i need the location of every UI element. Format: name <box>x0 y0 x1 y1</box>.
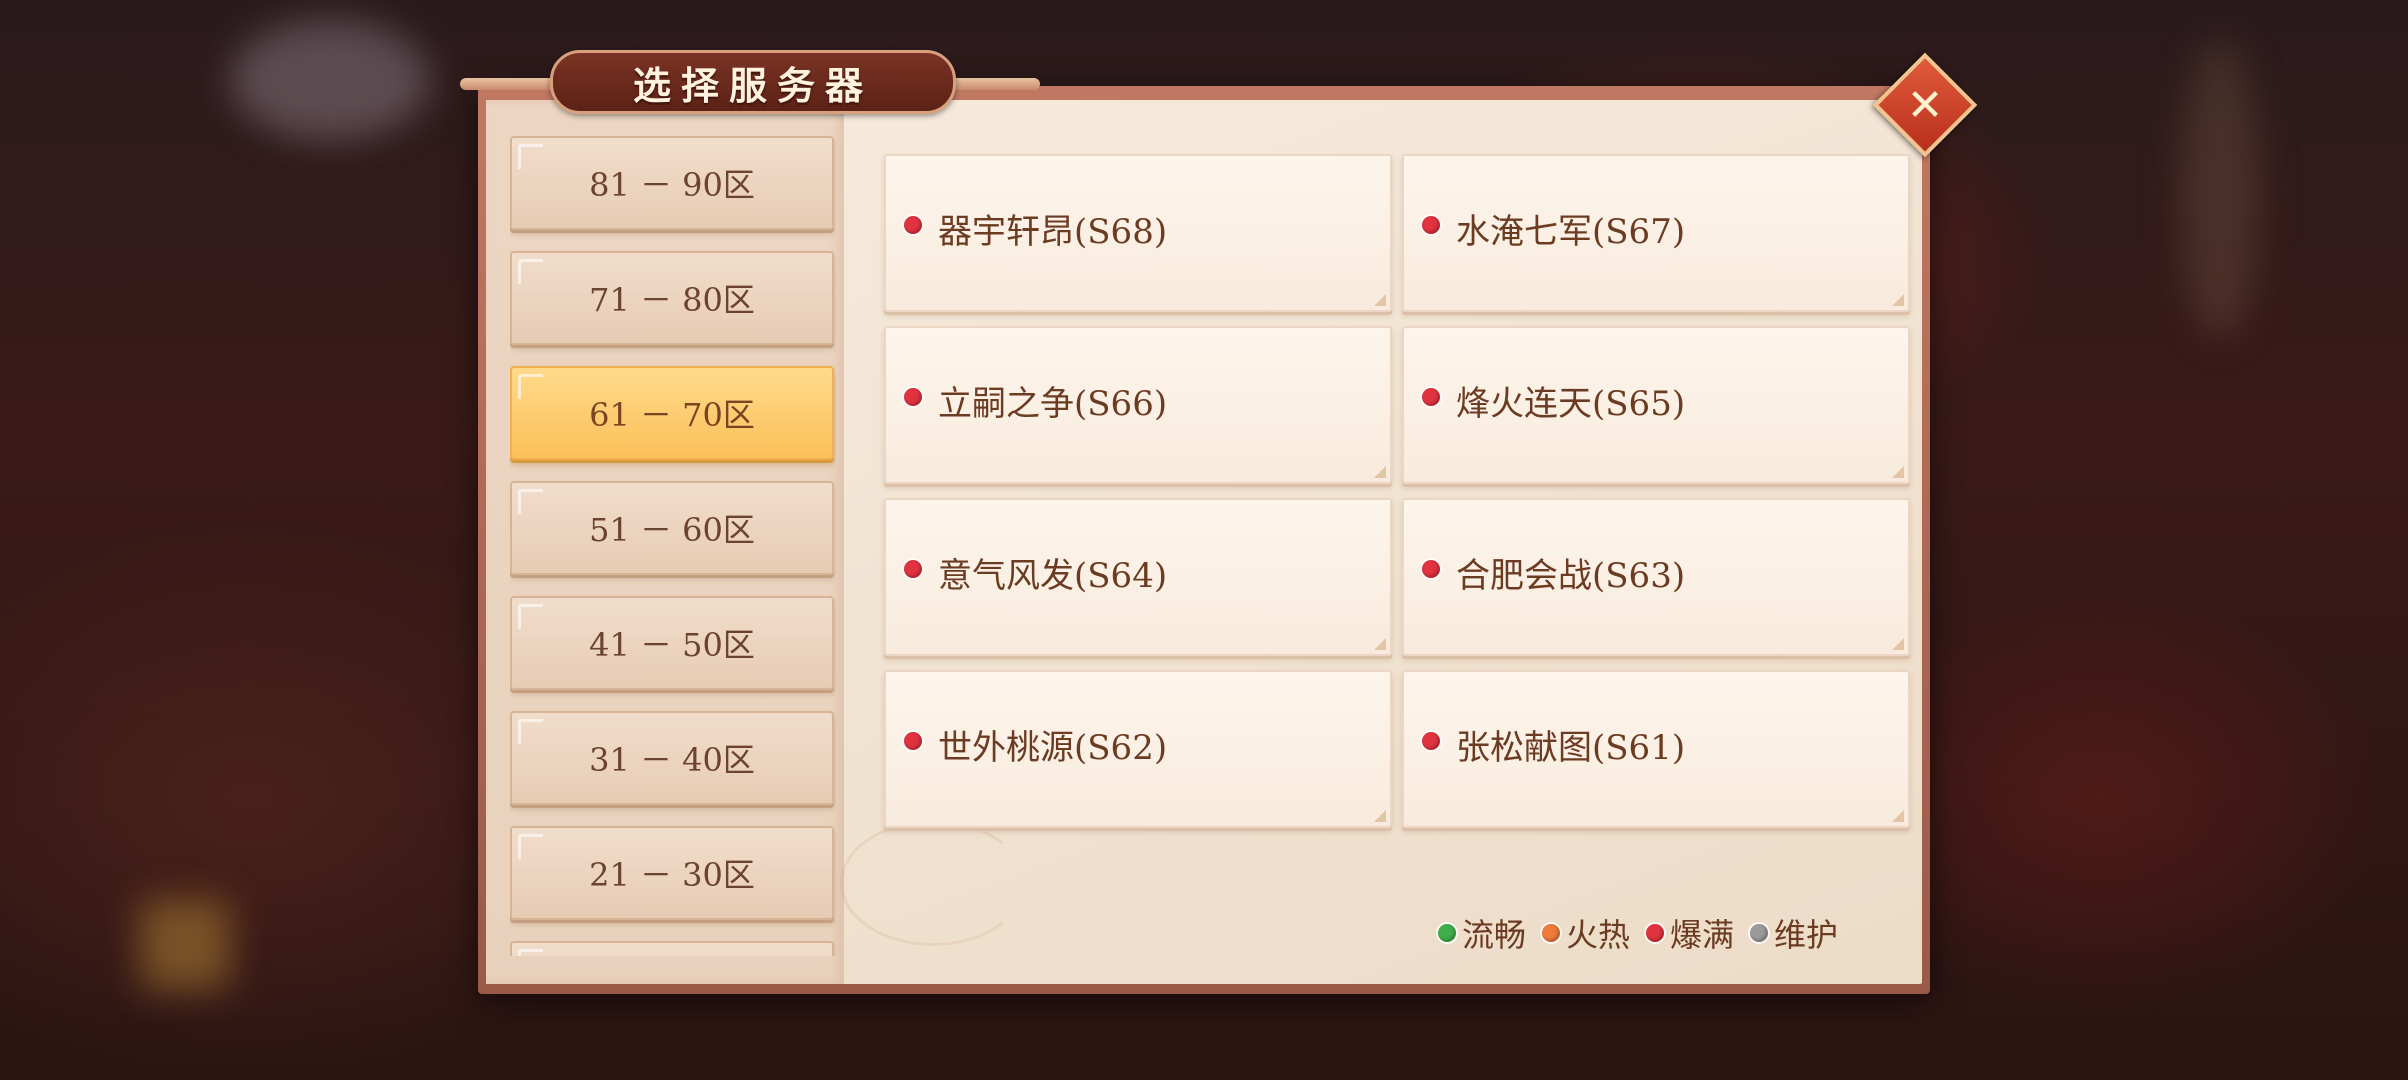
zone-button[interactable]: 41 － 50区 <box>510 596 834 690</box>
server-name: 世外桃源(S62) <box>938 728 1168 768</box>
legend-item-hot: 火热 <box>1542 910 1630 956</box>
background-blur-1 <box>230 20 430 140</box>
legend-label: 爆满 <box>1670 916 1735 954</box>
server-card[interactable]: 意气风发(S64) <box>884 498 1392 656</box>
zone-button[interactable] <box>510 941 834 956</box>
card-corner <box>1892 294 1904 306</box>
zone-button[interactable]: 21 － 30区 <box>510 826 834 920</box>
server-name: 立嗣之争(S66) <box>938 384 1168 424</box>
status-dot-icon <box>1422 732 1440 750</box>
button-shine <box>518 489 543 514</box>
decorative-swirl <box>840 820 1026 946</box>
button-shine <box>518 719 543 744</box>
button-shine <box>518 604 543 629</box>
zone-label: 21 － 30区 <box>589 856 755 894</box>
zone-label: 51 － 60区 <box>589 511 755 549</box>
zone-button[interactable]: 51 － 60区 <box>510 481 834 575</box>
status-dot-icon <box>1750 924 1769 942</box>
button-shine <box>518 834 543 859</box>
server-name: 器宇轩昂(S68) <box>938 212 1168 252</box>
legend-label: 火热 <box>1566 916 1631 954</box>
card-corner <box>1374 294 1386 306</box>
zone-label: 61 － 70区 <box>589 396 755 434</box>
background-blur-3 <box>2180 40 2260 340</box>
server-name: 合肥会战(S63) <box>1456 556 1686 596</box>
card-corner <box>1374 466 1386 478</box>
dialog-title-plaque: 选择服务器 <box>460 46 1040 114</box>
server-name: 张松献图(S61) <box>1456 728 1686 768</box>
server-name: 水淹七军(S67) <box>1456 212 1686 252</box>
status-dot-icon <box>1646 924 1665 942</box>
status-dot-icon <box>904 388 922 406</box>
card-corner <box>1892 810 1904 822</box>
legend-item-smooth: 流畅 <box>1438 910 1526 956</box>
card-corner <box>1892 466 1904 478</box>
server-card[interactable]: 合肥会战(S63) <box>1402 498 1910 656</box>
button-shine <box>518 374 543 399</box>
server-card[interactable]: 水淹七军(S67) <box>1402 154 1910 312</box>
card-corner <box>1374 810 1386 822</box>
zone-button[interactable]: 81 － 90区 <box>510 136 834 230</box>
zone-button[interactable]: 71 － 80区 <box>510 251 834 345</box>
zone-button[interactable]: 61 － 70区 <box>510 366 834 460</box>
zone-label: 81 － 90区 <box>589 166 755 204</box>
zone-label: 31 － 40区 <box>589 741 755 779</box>
card-corner <box>1892 638 1904 650</box>
status-dot-icon <box>904 560 922 578</box>
legend-item-full: 爆满 <box>1646 910 1734 956</box>
status-dot-icon <box>904 732 922 750</box>
zone-button[interactable]: 31 － 40区 <box>510 711 834 805</box>
server-name: 烽火连天(S65) <box>1456 384 1686 424</box>
button-shine <box>518 949 543 956</box>
legend-item-maintenance: 维护 <box>1750 910 1838 956</box>
server-card[interactable]: 立嗣之争(S66) <box>884 326 1392 484</box>
title-banner: 选择服务器 <box>550 50 956 114</box>
button-shine <box>518 259 543 284</box>
status-dot-icon <box>1422 388 1440 406</box>
server-card[interactable]: 器宇轩昂(S68) <box>884 154 1392 312</box>
zone-list[interactable]: 81 － 90区 71 － 80区 61 － 70区 51 － 60区 41 － 50区… <box>510 136 836 956</box>
status-dot-icon <box>1422 560 1440 578</box>
card-corner <box>1374 638 1386 650</box>
status-legend: 流畅 火热 爆满 维护 <box>1438 910 1838 956</box>
legend-label: 维护 <box>1774 916 1839 954</box>
status-dot-icon <box>1542 924 1561 942</box>
status-dot-icon <box>904 216 922 234</box>
server-card[interactable]: 世外桃源(S62) <box>884 670 1392 828</box>
status-dot-icon <box>1422 216 1440 234</box>
server-card[interactable]: 张松献图(S61) <box>1402 670 1910 828</box>
zone-label: 41 － 50区 <box>589 626 755 664</box>
button-shine <box>518 144 543 169</box>
server-name: 意气风发(S64) <box>938 556 1168 596</box>
background-blur-2 <box>140 900 230 990</box>
legend-label: 流畅 <box>1462 916 1527 954</box>
dialog-title: 选择服务器 <box>632 62 873 108</box>
status-dot-icon <box>1438 924 1456 942</box>
server-card[interactable]: 烽火连天(S65) <box>1402 326 1910 484</box>
zone-label: 71 － 80区 <box>589 281 755 319</box>
